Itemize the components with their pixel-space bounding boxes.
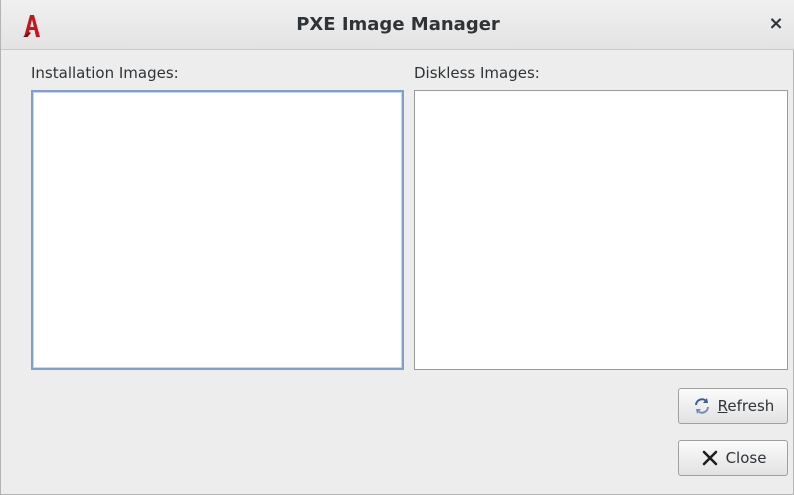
app-logo-icon — [21, 12, 43, 38]
close-button[interactable]: Close — [678, 440, 788, 476]
refresh-label-rest: efresh — [727, 397, 775, 415]
diskless-images-list[interactable] — [414, 90, 788, 370]
close-icon — [700, 448, 720, 468]
refresh-mnemonic: R — [717, 397, 728, 415]
refresh-icon — [692, 396, 712, 416]
installation-images-label: Installation Images: — [31, 64, 179, 82]
window-close-icon[interactable]: × — [767, 15, 785, 33]
window-title: PXE Image Manager — [296, 14, 500, 35]
pxe-image-manager-window: PXE Image Manager × Installation Images:… — [0, 0, 794, 495]
close-button-label: Close — [725, 449, 767, 467]
refresh-button-label: Refresh — [718, 397, 775, 415]
installation-images-list[interactable] — [31, 90, 404, 370]
diskless-images-label: Diskless Images: — [414, 64, 540, 82]
refresh-button[interactable]: Refresh — [678, 388, 788, 424]
title-bar[interactable]: PXE Image Manager × — [1, 0, 794, 50]
